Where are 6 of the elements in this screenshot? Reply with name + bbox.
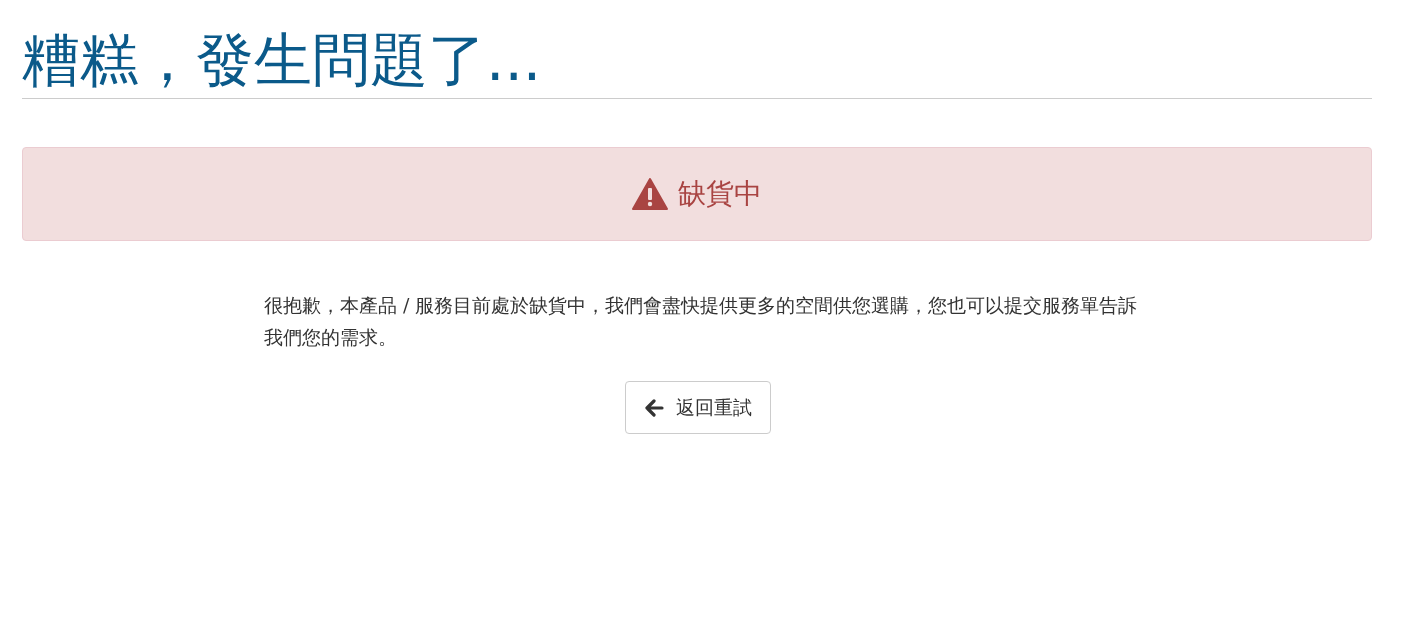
alert-message: 缺貨中 <box>678 176 762 212</box>
warning-icon <box>632 178 668 210</box>
retry-button[interactable]: 返回重試 <box>625 381 771 434</box>
page-title: 糟糕，發生問題了... <box>22 25 543 96</box>
arrow-left-icon <box>644 398 664 417</box>
message-paragraph: 很抱歉，本產品 / 服務目前處於缺貨中，我們會盡快提供更多的空間供您選購，您也可以提交服務單告訴我們您的需求。 <box>263 293 1139 350</box>
